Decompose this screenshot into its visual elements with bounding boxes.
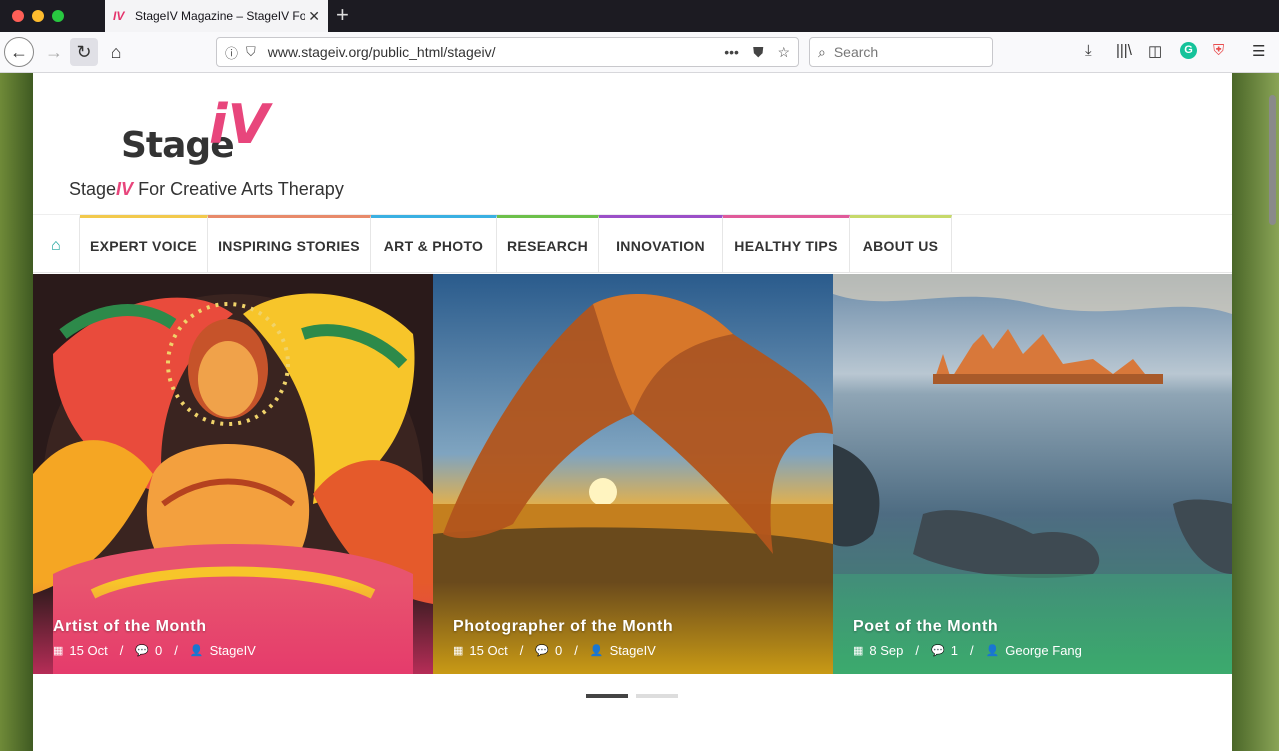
scrollbar-thumb[interactable] <box>1269 95 1276 225</box>
slide-date: 15 Oct <box>69 643 108 658</box>
page-actions-icon[interactable]: ••• <box>724 44 739 61</box>
back-button[interactable]: ← <box>4 37 34 67</box>
forward-button[interactable]: → <box>40 38 68 66</box>
nav-label: ABOUT US <box>862 237 939 254</box>
slide-author[interactable]: StageIV <box>610 643 656 658</box>
site-favicon-icon: IV <box>113 9 125 23</box>
minimize-window-button[interactable] <box>32 10 44 22</box>
home-icon: ⌂ <box>51 236 61 254</box>
maximize-window-button[interactable] <box>52 10 64 22</box>
new-tab-button[interactable]: + <box>336 4 349 26</box>
slide-author[interactable]: StageIV <box>210 643 256 658</box>
slide-author[interactable]: George Fang <box>1005 643 1082 658</box>
slider-page-1[interactable] <box>586 694 628 698</box>
search-placeholder: Search <box>833 44 879 60</box>
search-icon: ⌕ <box>818 43 826 60</box>
slide-title[interactable]: Poet of the Month <box>853 618 998 636</box>
privacy-badger-icon[interactable]: ⛨ <box>1213 42 1224 59</box>
slide-comments[interactable]: 0 <box>555 643 562 658</box>
browser-tab-bar: IV StageIV Magazine – StageIV For Creati… <box>0 0 1279 32</box>
calendar-icon: ▦ <box>853 645 864 657</box>
slide-artist[interactable]: Artist of the Month ▦ 15 Oct / 💬 0 / 👤 S… <box>33 274 433 674</box>
sidebar-icon[interactable]: ◫ <box>1148 42 1162 60</box>
slide-title[interactable]: Artist of the Month <box>53 618 207 636</box>
slider-page-2[interactable] <box>636 694 678 698</box>
menu-icon[interactable]: ☰ <box>1252 42 1265 60</box>
slide-comments[interactable]: 1 <box>951 643 958 658</box>
site-logo[interactable]: Stage iV StageIV For Creative Arts Thera… <box>69 93 344 203</box>
slide-photographer[interactable]: Photographer of the Month ▦ 15 Oct / 💬 0… <box>433 274 833 674</box>
slide-comments[interactable]: 0 <box>155 643 162 658</box>
tagline-stage: Stage <box>69 179 117 199</box>
nav-inspiring-stories[interactable]: INSPIRING STORIES <box>208 215 371 273</box>
tagline-text: For Creative Arts Therapy <box>138 179 344 199</box>
nav-research[interactable]: RESEARCH <box>497 215 599 273</box>
logo-iv-mark: iV <box>209 93 270 156</box>
tab-title: StageIV Magazine – StageIV For Creative … <box>135 9 305 23</box>
slide-date: 15 Oct <box>469 643 508 658</box>
page-scrollbar[interactable] <box>1265 73 1279 751</box>
nav-label: RESEARCH <box>507 237 588 254</box>
nav-label: INSPIRING STORIES <box>218 237 360 254</box>
featured-slider[interactable]: Artist of the Month ▦ 15 Oct / 💬 0 / 👤 S… <box>33 274 1232 674</box>
slide-meta: ▦ 8 Sep / 💬 1 / 👤 George Fang <box>853 643 1082 658</box>
meta-separator: / <box>915 643 920 658</box>
main-navigation: ⌂ EXPERT VOICE INSPIRING STORIES ART & P… <box>33 214 1232 273</box>
calendar-icon: ▦ <box>53 645 64 657</box>
address-bar[interactable]: ⓘ ⛉ www.stageiv.org/public_html/stageiv/… <box>216 37 799 67</box>
meta-separator: / <box>174 643 178 658</box>
close-tab-icon[interactable]: ✕ <box>308 8 320 25</box>
site-container: Stage iV StageIV For Creative Arts Thera… <box>33 73 1232 751</box>
nav-expert-voice[interactable]: EXPERT VOICE <box>80 215 208 273</box>
url-text[interactable]: www.stageiv.org/public_html/stageiv/ <box>268 44 496 60</box>
browser-toolbar: ← → ↻ ⌂ ⓘ ⛉ www.stageiv.org/public_html/… <box>0 32 1279 73</box>
nav-label: EXPERT VOICE <box>89 237 198 254</box>
slide-title[interactable]: Photographer of the Month <box>453 618 673 636</box>
info-icon[interactable]: ⓘ <box>225 43 238 62</box>
meta-separator: / <box>969 643 974 658</box>
nav-label: HEALTHY TIPS <box>734 237 838 254</box>
slide-meta: ▦ 15 Oct / 💬 0 / 👤 StageIV <box>453 643 656 658</box>
meta-separator: / <box>574 643 578 658</box>
comments-icon: 💬 <box>135 645 150 657</box>
search-bar[interactable]: ⌕ Search <box>809 37 993 67</box>
library-icon[interactable]: |||\ <box>1116 42 1132 59</box>
home-button[interactable]: ⌂ <box>102 38 130 66</box>
bookmark-star-icon[interactable]: ☆ <box>777 44 790 61</box>
nav-label: INNOVATION <box>616 237 705 254</box>
browser-tab[interactable]: IV StageIV Magazine – StageIV For Creati… <box>105 0 328 32</box>
close-window-button[interactable] <box>12 10 24 22</box>
nav-home[interactable]: ⌂ <box>33 215 80 273</box>
calendar-icon: ▦ <box>453 645 464 657</box>
slide-meta: ▦ 15 Oct / 💬 0 / 👤 StageIV <box>53 643 256 658</box>
tracking-shield-icon[interactable]: ⛉ <box>246 44 256 60</box>
comments-icon: 💬 <box>535 645 550 657</box>
slide-date: 8 Sep <box>869 643 904 658</box>
nav-about-us[interactable]: ABOUT US <box>850 215 952 273</box>
tagline-iv: IV <box>116 179 134 199</box>
reload-button[interactable]: ↻ <box>70 38 98 66</box>
pocket-icon[interactable]: ⛊ <box>753 44 764 61</box>
slider-pagination <box>586 694 678 698</box>
grammarly-icon[interactable]: G <box>1180 42 1197 59</box>
comments-icon: 💬 <box>931 645 945 657</box>
nav-label: ART & PHOTO <box>383 237 484 254</box>
meta-separator: / <box>119 643 124 658</box>
user-icon: 👤 <box>589 645 604 657</box>
user-icon: 👤 <box>189 645 204 657</box>
meta-separator: / <box>519 643 524 658</box>
site-tagline: StageIV For Creative Arts Therapy <box>69 179 344 200</box>
user-icon: 👤 <box>985 645 1000 657</box>
downloads-icon[interactable]: ⤓ <box>1085 42 1092 59</box>
slide-poet[interactable]: Poet of the Month ▦ 8 Sep / 💬 1 / 👤 Geor… <box>833 274 1232 674</box>
nav-healthy-tips[interactable]: HEALTHY TIPS <box>723 215 850 273</box>
nav-innovation[interactable]: INNOVATION <box>599 215 723 273</box>
nav-art-photo[interactable]: ART & PHOTO <box>371 215 497 273</box>
